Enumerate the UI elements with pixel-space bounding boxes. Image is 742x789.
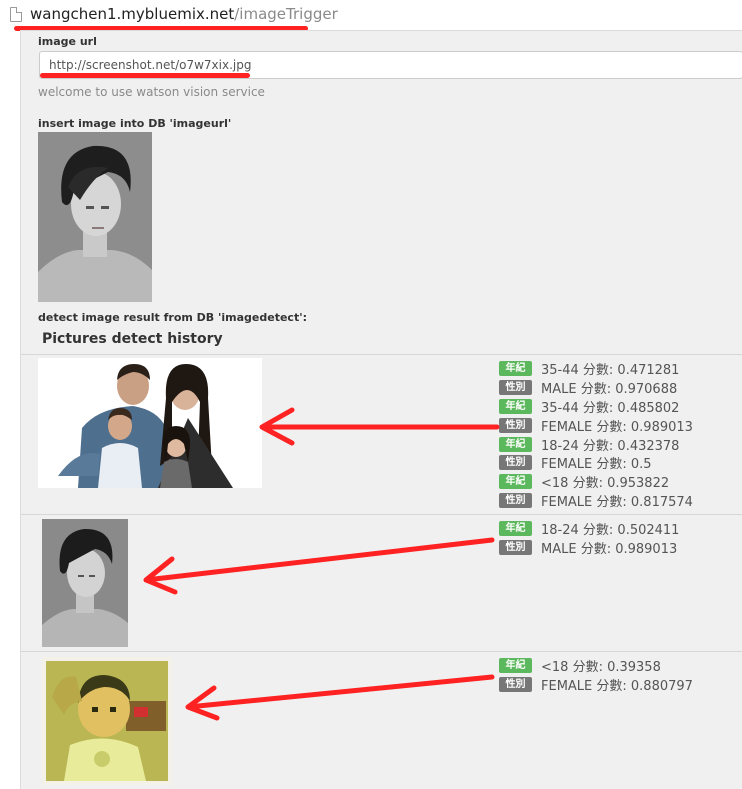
detect-result-label: detect image result from DB 'imagedetect… bbox=[38, 311, 307, 324]
tag-row: 性別 FEMALE 分數: 0.989013 bbox=[499, 416, 693, 435]
tag-row: 年紀 35-44 分數: 0.471281 bbox=[499, 359, 693, 378]
gender-badge: 性別 bbox=[499, 455, 532, 471]
history-image-family bbox=[38, 358, 262, 488]
tag-row: 年紀 <18 分數: 0.39358 bbox=[499, 656, 693, 675]
page-icon bbox=[10, 7, 22, 22]
age-badge: 年紀 bbox=[499, 360, 532, 376]
tag-text: 35-44 分數: 0.471281 bbox=[541, 362, 680, 378]
url-path: /imageTrigger bbox=[234, 5, 338, 23]
age-badge: 年紀 bbox=[499, 520, 532, 536]
tag-row: 性別 MALE 分數: 0.989013 bbox=[499, 538, 679, 557]
divider bbox=[21, 651, 742, 652]
annotation-underline-field bbox=[40, 73, 250, 78]
gender-badge: 性別 bbox=[499, 379, 532, 395]
gender-badge: 性別 bbox=[499, 539, 532, 555]
insert-image-label: insert image into DB 'imageurl' bbox=[38, 117, 232, 130]
age-badge: 年紀 bbox=[499, 436, 532, 452]
divider bbox=[21, 354, 742, 355]
tag-text: <18 分數: 0.39358 bbox=[541, 659, 661, 675]
tag-text: MALE 分數: 0.989013 bbox=[541, 541, 678, 557]
tag-text: MALE 分數: 0.970688 bbox=[541, 381, 678, 397]
divider bbox=[21, 514, 742, 515]
tag-row: 年紀 35-44 分數: 0.485802 bbox=[499, 397, 693, 416]
welcome-text: welcome to use watson vision service bbox=[38, 85, 265, 99]
history-image-portrait bbox=[42, 519, 128, 647]
image-url-label: image url bbox=[38, 35, 97, 48]
history-title: Pictures detect history bbox=[42, 331, 223, 347]
history-image-baby bbox=[42, 657, 172, 785]
age-badge: 年紀 bbox=[499, 657, 532, 673]
tag-row: 性別 FEMALE 分數: 0.817574 bbox=[499, 491, 693, 510]
age-badge: 年紀 bbox=[499, 474, 532, 490]
gender-badge: 性別 bbox=[499, 676, 532, 692]
tag-text: 18-24 分數: 0.432378 bbox=[541, 438, 680, 454]
gender-badge: 性別 bbox=[499, 493, 532, 509]
tag-text: FEMALE 分數: 0.5 bbox=[541, 457, 652, 473]
age-badge: 年紀 bbox=[499, 398, 532, 414]
url-text[interactable]: wangchen1.mybluemix.net/imageTrigger bbox=[30, 5, 338, 23]
tag-row: 性別 FEMALE 分數: 0.5 bbox=[499, 453, 693, 472]
inserted-image bbox=[38, 132, 152, 302]
tag-text: FEMALE 分數: 0.817574 bbox=[541, 495, 693, 511]
url-host: wangchen1.mybluemix.net bbox=[30, 5, 235, 23]
history-entry-3-tags: 年紀 <18 分數: 0.39358 性別 FEMALE 分數: 0.880797 bbox=[499, 656, 693, 694]
tag-row: 年紀 18-24 分數: 0.432378 bbox=[499, 435, 693, 454]
history-entry-2-tags: 年紀 18-24 分數: 0.502411 性別 MALE 分數: 0.989013 bbox=[499, 519, 679, 557]
tag-text: 18-24 分數: 0.502411 bbox=[541, 522, 680, 538]
tag-text: FEMALE 分數: 0.880797 bbox=[541, 678, 693, 694]
tag-text: FEMALE 分數: 0.989013 bbox=[541, 419, 693, 435]
tag-text: 35-44 分數: 0.485802 bbox=[541, 400, 680, 416]
gender-badge: 性別 bbox=[499, 417, 532, 433]
tag-row: 年紀 <18 分數: 0.953822 bbox=[499, 472, 693, 491]
tag-row: 年紀 18-24 分數: 0.502411 bbox=[499, 519, 679, 538]
image-url-value: http://screenshot.net/o7w7xix.jpg bbox=[49, 58, 252, 72]
tag-row: 性別 FEMALE 分數: 0.880797 bbox=[499, 675, 693, 694]
tag-row: 性別 MALE 分數: 0.970688 bbox=[499, 378, 693, 397]
tag-text: <18 分數: 0.953822 bbox=[541, 476, 670, 492]
history-entry-1-tags: 年紀 35-44 分數: 0.471281 性別 MALE 分數: 0.970688… bbox=[499, 359, 693, 510]
page-content: image url http://screenshot.net/o7w7xix.… bbox=[20, 30, 742, 789]
